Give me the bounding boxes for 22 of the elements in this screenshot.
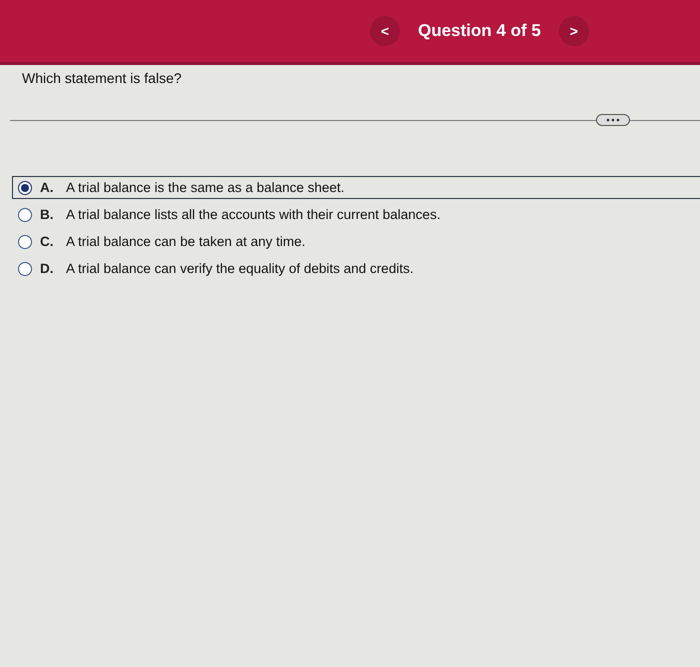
more-button[interactable] <box>596 114 630 126</box>
next-button[interactable]: > <box>558 16 589 46</box>
answer-option[interactable]: B. A trial balance lists all the accounts with their current balances. <box>12 203 700 226</box>
option-text: A trial balance can verify the equality of debits and credits. <box>66 261 414 276</box>
option-text: A trial balance is the same as a balance sheet. <box>66 180 344 195</box>
radio-button[interactable] <box>18 234 32 248</box>
question-text: Which statement is false? <box>22 70 183 86</box>
previous-button[interactable]: < <box>370 16 400 46</box>
option-letter: D. <box>40 261 54 276</box>
option-letter: B. <box>40 207 54 222</box>
option-text: A trial balance can be taken at any time. <box>66 234 306 249</box>
radio-button[interactable] <box>18 208 32 222</box>
option-text: A trial balance lists all the accounts with their current balances. <box>66 207 440 222</box>
question-counter: Question 4 of 5 <box>418 21 541 41</box>
answer-option[interactable]: D. A trial balance can verify the equality of debits and credits. <box>12 257 700 280</box>
answer-option[interactable]: C. A trial balance can be taken at any time. <box>12 230 700 253</box>
radio-button[interactable] <box>18 180 32 194</box>
radio-button[interactable] <box>18 262 32 276</box>
option-letter: A. <box>40 180 54 195</box>
more-icon <box>606 118 620 122</box>
option-letter: C. <box>40 234 54 249</box>
selected-answer-option[interactable]: A. A trial balance is the same as a balance sheet. <box>12 176 700 199</box>
